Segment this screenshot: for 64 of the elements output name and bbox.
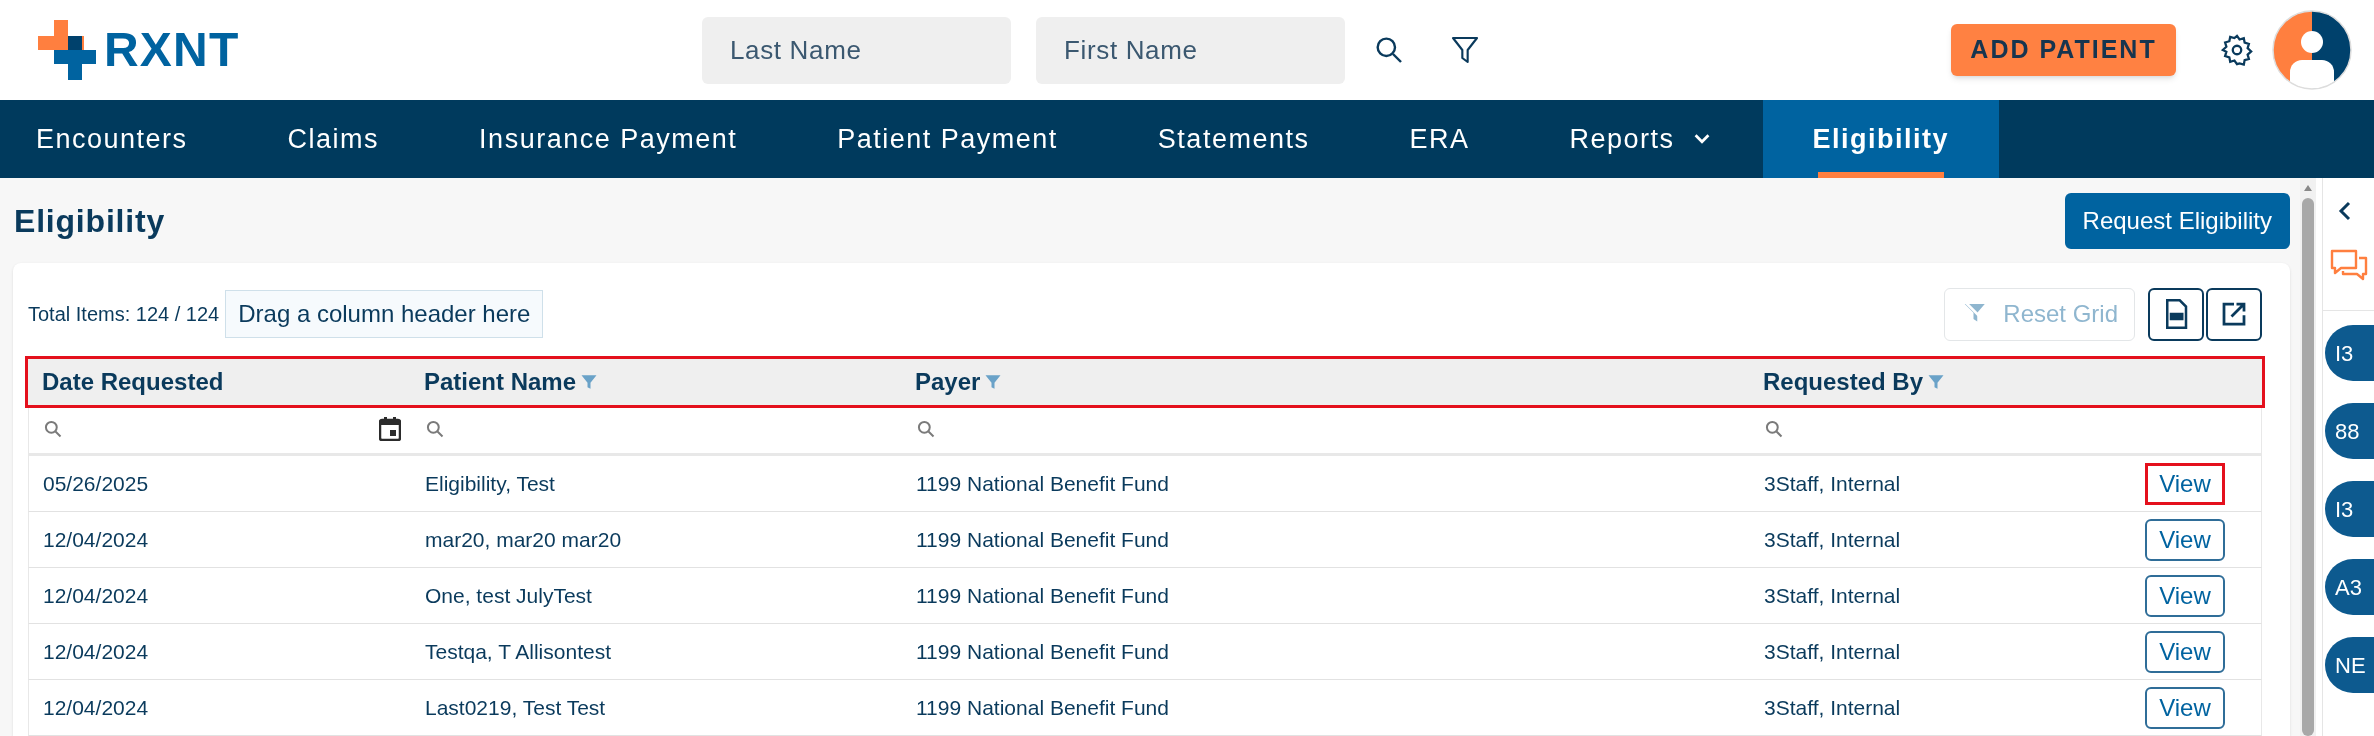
column-header[interactable]: Date Requested — [42, 364, 224, 400]
search-field[interactable]: First Name — [1036, 16, 1345, 84]
nav-tab[interactable]: Patient Payment — [787, 100, 1108, 178]
scroll-up-icon[interactable] — [2303, 184, 2313, 192]
export-button[interactable] — [2206, 287, 2262, 341]
view-button[interactable]: View — [2145, 574, 2225, 617]
user-badge[interactable]: I3 — [2325, 325, 2374, 381]
search-icon — [43, 419, 63, 439]
table-cell: 3Staff, Internal — [1764, 639, 1901, 663]
column-header[interactable]: Payer — [915, 364, 981, 400]
search-icon — [1764, 419, 1784, 439]
column-header[interactable]: Requested By — [1763, 364, 1924, 400]
user-badge[interactable]: I3 — [2325, 481, 2374, 537]
calendar-icon[interactable] — [379, 417, 401, 441]
user-badge[interactable]: NE — [2325, 637, 2374, 693]
export-pdf-button[interactable] — [2148, 287, 2204, 341]
group-drop-area[interactable]: Drag a column header here — [225, 290, 544, 338]
table-cell: 05/26/2025 — [43, 471, 149, 495]
request-eligibility-button[interactable]: Request Eligibility — [2064, 192, 2290, 249]
logo-text: RXNT — [104, 26, 240, 74]
table-cell: 12/04/2024 — [43, 583, 149, 607]
table-cell: 12/04/2024 — [43, 639, 149, 663]
table-cell: Testqa, T Allisontest — [425, 639, 611, 663]
nav-tab[interactable]: Reports — [1519, 100, 1763, 178]
column-header[interactable]: Patient Name — [424, 364, 577, 400]
page-title: Eligibility — [14, 201, 166, 241]
nav-tab[interactable]: Eligibility — [1762, 100, 2000, 178]
table-cell: 3Staff, Internal — [1764, 695, 1901, 719]
table-cell: 1199 National Benefit Fund — [916, 471, 1169, 495]
scrollbar[interactable] — [2300, 178, 2316, 736]
table-cell: 1199 National Benefit Fund — [916, 639, 1169, 663]
settings-icon[interactable] — [2220, 33, 2254, 67]
table-cell: 12/04/2024 — [43, 695, 149, 719]
table-cell: 1199 National Benefit Fund — [916, 695, 1169, 719]
user-badge[interactable]: 88 — [2325, 403, 2374, 459]
total-items-label: Total Items: 124 / 124 — [28, 302, 220, 327]
table-cell: 3Staff, Internal — [1764, 583, 1901, 607]
collapse-chevron-icon[interactable] — [2337, 200, 2353, 222]
nav-tab[interactable]: Claims — [237, 100, 430, 178]
table-cell: 12/04/2024 — [43, 527, 149, 551]
table-cell: 1199 National Benefit Fund — [916, 527, 1169, 551]
pdf-file-icon — [2163, 299, 2189, 329]
nav-tab[interactable]: Insurance Payment — [429, 100, 788, 178]
view-button[interactable]: View — [2145, 630, 2225, 673]
table-cell: One, test JulyTest — [425, 583, 592, 607]
table-cell: Eligibility, Test — [425, 471, 555, 495]
nav-tab[interactable]: Statements — [1107, 100, 1360, 178]
table-cell: 3Staff, Internal — [1764, 471, 1901, 495]
view-button[interactable]: View — [2145, 686, 2225, 729]
avatar-icon[interactable] — [2272, 10, 2352, 90]
table-cell: mar20, mar20 mar20 — [425, 527, 622, 551]
view-button[interactable]: View — [2145, 462, 2225, 505]
search-icon — [425, 419, 445, 439]
add-patient-button[interactable]: ADD PATIENT — [1951, 24, 2176, 76]
nav-tab[interactable]: ERA — [1359, 100, 1520, 178]
user-badge[interactable]: A3 — [2325, 559, 2374, 615]
view-button[interactable]: View — [2145, 518, 2225, 561]
search-field[interactable]: Last Name — [702, 16, 1011, 84]
nav-tab[interactable]: Encounters — [0, 100, 238, 178]
table-cell: 3Staff, Internal — [1764, 527, 1901, 551]
table-cell: Last0219, Test Test — [425, 695, 606, 719]
search-icon — [916, 419, 936, 439]
table-cell: 1199 National Benefit Fund — [916, 583, 1169, 607]
logo-icon — [38, 20, 98, 80]
